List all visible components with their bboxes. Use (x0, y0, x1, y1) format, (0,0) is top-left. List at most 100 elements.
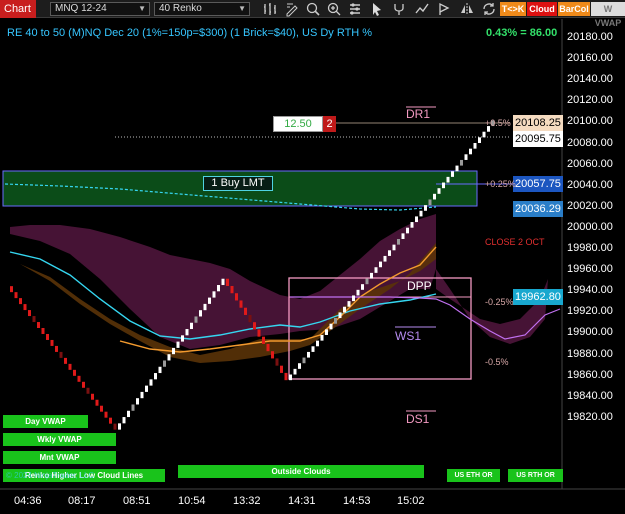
renko-brick-down (64, 357, 67, 364)
renko-brick-down (23, 304, 27, 311)
renko-brick-up (221, 278, 225, 286)
renko-brick-up (469, 148, 472, 155)
renko-brick-down (28, 310, 31, 317)
order-quantity-input[interactable]: 12.50 (273, 116, 323, 132)
renko-brick-up (217, 285, 220, 292)
renko-brick-down (91, 393, 94, 400)
renko-brick-up (361, 284, 364, 290)
renko-brick-down (82, 381, 85, 388)
renko-brick-up (383, 255, 387, 262)
us-eth-or-button[interactable]: US ETH OR (447, 469, 500, 482)
chart-panel[interactable]: RE 40 to 50 (M)NQ Dec 20 (1%=150p=$300) … (0, 19, 625, 514)
renko-brick-up (140, 391, 144, 399)
renko-brick-down (59, 351, 63, 358)
strategies-icon[interactable] (436, 1, 452, 17)
renko-brick-up (415, 216, 418, 223)
renko-brick-up (131, 404, 135, 411)
renko-brick-up (379, 261, 382, 268)
renko-brick-down (266, 343, 270, 352)
price-axis-label: 19820.00 (567, 410, 613, 423)
period-selector[interactable]: 40 Renko ▼ (154, 2, 250, 16)
toggle-t-k-button[interactable]: T<>K (500, 2, 526, 16)
zoom-icon[interactable] (305, 1, 321, 17)
renko-brick-down (109, 417, 112, 424)
outside-clouds-button[interactable]: Outside Clouds (178, 465, 424, 478)
chevron-down-icon: ▼ (238, 4, 246, 13)
renko-brick-up (172, 347, 175, 355)
zoom-in-icon[interactable] (326, 1, 342, 17)
instrument-selector[interactable]: MNQ 12-24 ▼ (50, 2, 150, 16)
renko-brick-up (199, 310, 202, 317)
renko-brick-down (32, 316, 36, 323)
chart-title-tab[interactable]: Chart (0, 0, 36, 18)
renko-brick-down (230, 285, 234, 294)
indicators-icon[interactable] (414, 1, 430, 17)
renko-brick-up (424, 205, 427, 211)
bar-chart-icon[interactable] (262, 1, 278, 17)
cursor-icon[interactable] (369, 1, 385, 17)
minus-05-label: -0.5% (485, 357, 509, 367)
instrument-label: MNQ 12-24 (55, 3, 107, 14)
renko-brick-down (14, 292, 18, 299)
price-axis-label: 20140.00 (567, 73, 613, 86)
time-label: 04:36 (14, 495, 42, 507)
renko-brick-down (77, 375, 81, 382)
renko-brick-up (419, 210, 423, 217)
price-axis-label: 19940.00 (567, 284, 613, 297)
price-axis-label: 20040.00 (567, 178, 613, 191)
sync-icon[interactable] (481, 1, 497, 17)
time-label: 08:17 (68, 495, 96, 507)
day-vwap-button[interactable]: Day VWAP (3, 415, 88, 428)
renko-brick-down (37, 322, 40, 329)
renko-brick-up (410, 222, 414, 228)
us-rth-or-button[interactable]: US RTH OR (508, 469, 563, 482)
renko-brick-up (302, 357, 306, 364)
renko-brick-down (95, 399, 99, 406)
renko-brick-down (257, 329, 261, 337)
prior-close-label: CLOSE 2 OCT (485, 237, 545, 247)
mirror-icon[interactable] (459, 1, 475, 17)
renko-brick-up (442, 182, 445, 189)
price-axis-label: 19860.00 (567, 368, 613, 381)
renko-brick-down (86, 387, 90, 394)
renko-brick-up (289, 374, 292, 381)
price-axis-label: 19880.00 (567, 347, 613, 360)
fork-icon[interactable] (391, 1, 407, 17)
price-axis-label: 19840.00 (567, 389, 613, 402)
monthly-vwap-button[interactable]: Mnt VWAP (3, 451, 116, 464)
drawing-tools-icon[interactable] (284, 1, 300, 17)
dpp-label: DPP (407, 279, 432, 293)
toggle-wvwap-button[interactable]: W VWAP (591, 2, 625, 28)
renko-brick-up (356, 289, 360, 296)
renko-brick-up (158, 366, 162, 374)
order-count-badge[interactable]: 2 (323, 116, 336, 132)
plus-05-label: +0.5% (485, 118, 511, 128)
renko-brick-down (253, 322, 256, 330)
renko-brick-up (181, 335, 184, 342)
price-axis-label: 19960.00 (567, 263, 613, 276)
renko-brick-up (401, 233, 405, 239)
toggle-cloud-button[interactable]: Cloud (527, 2, 557, 16)
renko-brick-down (235, 293, 238, 301)
renko-brick-up (208, 297, 211, 304)
time-label: 10:54 (178, 495, 206, 507)
renko-brick-down (100, 405, 103, 412)
toggle-barcol-button[interactable]: BarCol (558, 2, 590, 16)
renko-brick-down (226, 278, 229, 286)
renko-brick-up (388, 250, 391, 256)
renko-brick-up (311, 346, 315, 352)
renko-brick-up (122, 417, 126, 424)
properties-icon[interactable] (347, 1, 363, 17)
renko-brick-up (316, 340, 319, 347)
renko-brick-up (451, 171, 454, 177)
weekly-vwap-button[interactable]: Wkly VWAP (3, 433, 116, 446)
renko-brick-down (19, 298, 22, 305)
price-axis-label: 20060.00 (567, 157, 613, 170)
buy-limit-order-label[interactable]: 1 Buy LMT (203, 176, 273, 191)
renko-brick-down (239, 300, 243, 308)
renko-brick-up (437, 188, 441, 194)
renko-brick-up (338, 312, 342, 319)
renko-brick-down (248, 314, 252, 323)
renko-brick-up (163, 360, 166, 367)
dr1-label: DR1 (406, 107, 431, 121)
